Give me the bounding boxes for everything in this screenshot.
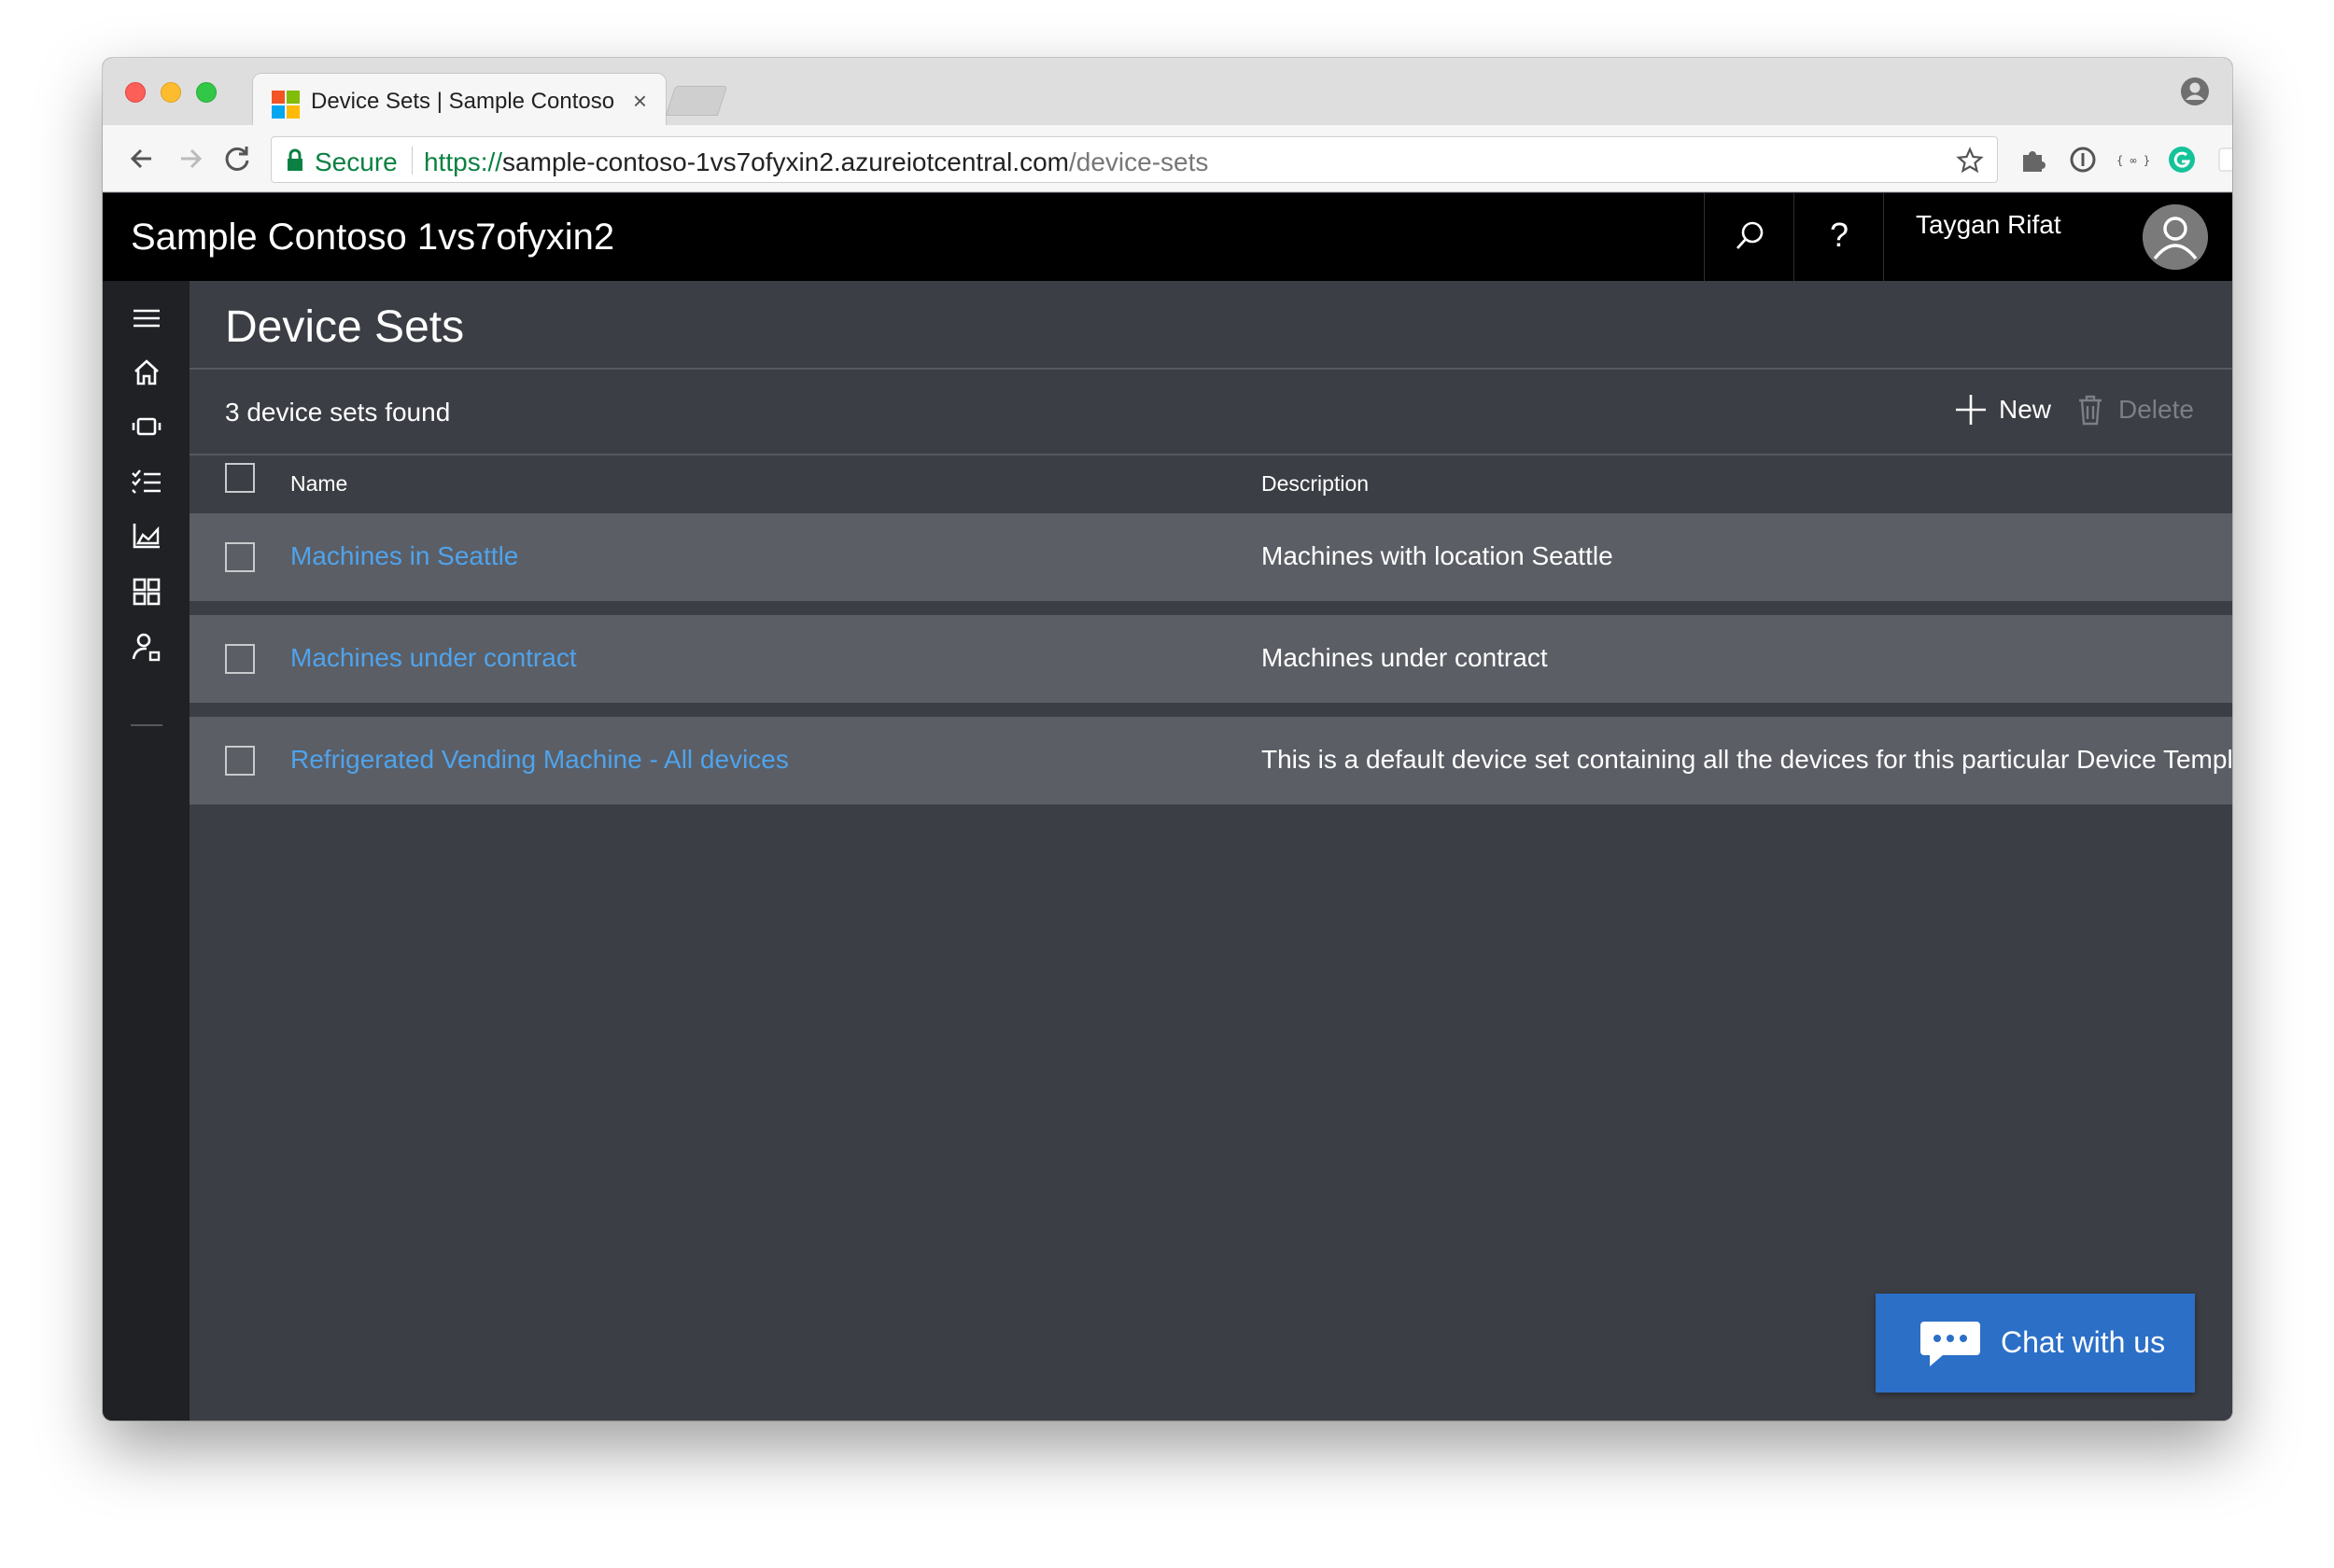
help-button[interactable]: ? (1793, 193, 1883, 281)
main-content: Device Sets 3 device sets found New Dele… (190, 281, 2232, 1421)
title-divider (190, 368, 2232, 370)
minimize-window-button[interactable] (161, 82, 181, 103)
browser-window: Device Sets | Sample Contoso × Secure ht… (103, 58, 2232, 1421)
extension-blank-icon[interactable] (2214, 144, 2232, 175)
extension-link-icon[interactable]: { ∞ } (2117, 144, 2149, 175)
back-arrow-icon[interactable] (123, 140, 161, 177)
chat-bubble-icon (1920, 1322, 1980, 1366)
profile-icon[interactable] (2180, 77, 2210, 106)
app-header: Sample Contoso 1vs7ofyxin2 ? Taygan Rifa… (103, 193, 2232, 281)
row-checkbox[interactable] (225, 746, 255, 776)
lock-icon (288, 148, 302, 171)
row-checkbox[interactable] (225, 644, 255, 674)
column-header-description[interactable]: Description (1261, 471, 1369, 497)
search-button[interactable] (1704, 193, 1793, 281)
administration-icon[interactable] (128, 628, 165, 665)
plus-icon (1956, 395, 1986, 425)
page-title: Device Sets (225, 302, 465, 352)
address-bar[interactable]: Secure https://sample-contoso-1vs7ofyxin… (271, 136, 1998, 183)
new-tab-button[interactable] (665, 86, 728, 116)
sidebar-divider (131, 724, 162, 726)
chat-button-label: Chat with us (2001, 1325, 2166, 1359)
url-scheme: https:// (424, 147, 503, 176)
left-nav (103, 281, 190, 1421)
tab-close-icon[interactable]: × (633, 87, 647, 116)
home-icon[interactable] (128, 354, 165, 391)
rules-icon[interactable] (128, 462, 165, 499)
user-name: Taygan Rifat (1916, 210, 2061, 239)
tab-title: Device Sets | Sample Contoso (311, 89, 615, 114)
device-set-link[interactable]: Refrigerated Vending Machine - All devic… (290, 745, 789, 775)
device-set-link[interactable]: Machines in Seattle (290, 541, 518, 571)
browser-toolbar: Secure https://sample-contoso-1vs7ofyxin… (103, 125, 2232, 192)
avatar-icon[interactable] (2143, 204, 2208, 270)
grammarly-icon[interactable] (2166, 144, 2198, 175)
app-root: Sample Contoso 1vs7ofyxin2 ? Taygan Rifa… (103, 193, 2232, 1421)
dashboard-icon[interactable] (128, 573, 165, 610)
table-row[interactable]: Refrigerated Vending Machine - All devic… (190, 717, 2232, 805)
chat-with-us-button[interactable]: Chat with us (1876, 1294, 2195, 1393)
browser-titlebar: Device Sets | Sample Contoso × (103, 58, 2232, 125)
trash-icon (2079, 395, 2102, 426)
browser-tab-active[interactable]: Device Sets | Sample Contoso × (252, 73, 667, 125)
analytics-icon[interactable] (128, 516, 165, 553)
toolbar-divider (190, 454, 2232, 455)
device-set-description: Machines under contract (1261, 643, 1548, 672)
close-window-button[interactable] (125, 82, 146, 103)
omnibox-divider (412, 147, 413, 175)
select-all-checkbox[interactable] (225, 463, 255, 493)
table-row[interactable]: Machines under contract Machines under c… (190, 615, 2232, 703)
device-set-description: Machines with location Seattle (1261, 541, 1613, 570)
url-text[interactable]: https://sample-contoso-1vs7ofyxin2.azure… (424, 147, 1208, 177)
reload-icon[interactable] (218, 140, 256, 177)
extension-puzzle-icon[interactable] (2017, 144, 2048, 175)
table-row[interactable]: Machines in Seattle Machines with locati… (190, 513, 2232, 601)
forward-arrow-icon[interactable] (172, 140, 209, 177)
device-set-link[interactable]: Machines under contract (290, 643, 577, 673)
url-host: sample-contoso-1vs7ofyxin2.azureiotcentr… (502, 147, 1069, 176)
menu-icon[interactable] (128, 300, 165, 337)
search-icon (1736, 221, 1764, 249)
new-button-label: New (1999, 395, 2052, 424)
bookmark-star-icon[interactable] (1956, 147, 1984, 175)
row-checkbox[interactable] (225, 542, 255, 572)
column-header-name[interactable]: Name (290, 471, 347, 497)
svg-text:{ ∞ }: { ∞ } (2117, 154, 2149, 167)
user-menu[interactable]: Taygan Rifat (1883, 193, 2232, 281)
devices-icon[interactable] (128, 408, 165, 445)
delete-button-label: Delete (2118, 395, 2194, 424)
zoom-window-button[interactable] (196, 82, 217, 103)
secure-label: Secure (315, 147, 398, 176)
microsoft-logo-icon (272, 91, 300, 119)
device-set-description: This is a default device set containing … (1261, 745, 2232, 774)
extension-info-icon[interactable] (2067, 144, 2099, 175)
help-icon: ? (1830, 216, 1849, 254)
result-count: 3 device sets found (225, 398, 451, 427)
app-title[interactable]: Sample Contoso 1vs7ofyxin2 (131, 217, 614, 259)
url-path: /device-sets (1069, 147, 1209, 176)
